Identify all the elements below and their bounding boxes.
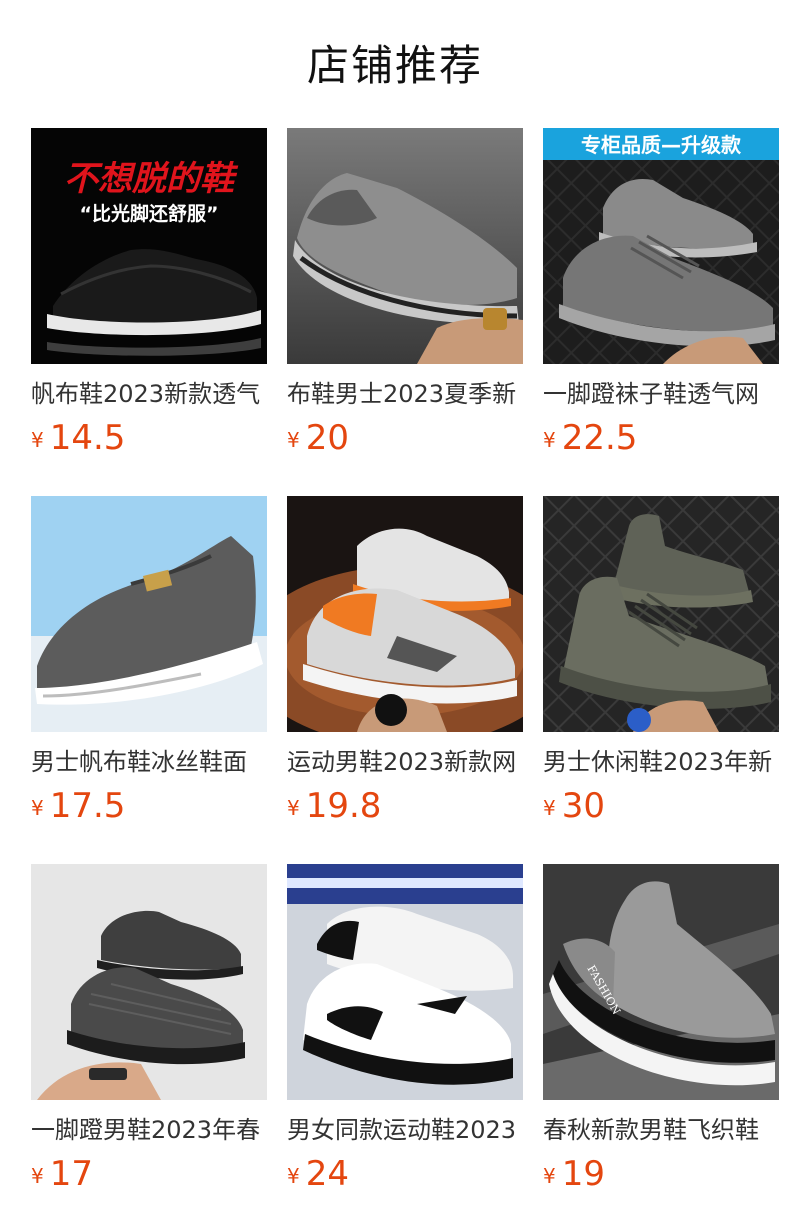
- product-price: ¥22.5: [543, 418, 779, 464]
- product-price: ¥24: [287, 1154, 523, 1200]
- product-image[interactable]: [31, 496, 267, 732]
- product-card[interactable]: 男士帆布鞋冰丝鞋面 ¥17.5: [31, 496, 267, 864]
- price-value: 17.5: [49, 786, 126, 826]
- product-banner: 不想脱的鞋: [64, 159, 239, 199]
- currency-symbol: ¥: [287, 428, 300, 452]
- product-name[interactable]: 男士帆布鞋冰丝鞋面: [31, 746, 267, 778]
- currency-symbol: ¥: [287, 796, 300, 820]
- product-name[interactable]: 运动男鞋2023新款网: [287, 746, 523, 778]
- currency-symbol: ¥: [31, 428, 44, 452]
- dark-knit-slip-on-image: [31, 864, 267, 1100]
- product-name[interactable]: 男士休闲鞋2023年新: [543, 746, 779, 778]
- product-image[interactable]: 专柜品质—升级款: [543, 128, 779, 364]
- orange-running-sneaker-image: [287, 496, 523, 732]
- gray-canvas-loafer-image: [287, 128, 523, 364]
- gray-fashion-sock-shoe-image: FASHION: [543, 864, 779, 1100]
- currency-symbol: ¥: [31, 796, 44, 820]
- product-price: ¥19: [543, 1154, 779, 1200]
- product-banner: 专柜品质—升级款: [581, 133, 742, 157]
- product-price: ¥20: [287, 418, 523, 464]
- product-card[interactable]: 不想脱的鞋 “比光脚还舒服” 帆布鞋2023新款透气 ¥14.5: [31, 128, 267, 496]
- product-card[interactable]: 专柜品质—升级款 一脚蹬袜子鞋透气网 ¥22.5: [543, 128, 779, 496]
- product-price: ¥17.5: [31, 786, 267, 832]
- price-value: 19.8: [305, 786, 382, 826]
- product-price: ¥30: [543, 786, 779, 832]
- price-value: 20: [305, 418, 349, 458]
- currency-symbol: ¥: [31, 1164, 44, 1188]
- product-card[interactable]: FASHION 春秋新款男鞋飞织鞋 ¥19: [543, 864, 779, 1232]
- product-image[interactable]: FASHION: [543, 864, 779, 1100]
- gray-knit-sock-shoe-image: 专柜品质—升级款: [543, 128, 779, 364]
- product-price: ¥17: [31, 1154, 267, 1200]
- product-name[interactable]: 春秋新款男鞋飞织鞋: [543, 1114, 779, 1146]
- product-image[interactable]: [287, 128, 523, 364]
- product-image[interactable]: [287, 496, 523, 732]
- page-title: 店铺推荐: [306, 41, 483, 90]
- white-black-sneaker-image: [287, 864, 523, 1100]
- product-name[interactable]: 一脚蹬男鞋2023年春: [31, 1114, 267, 1146]
- currency-symbol: ¥: [287, 1164, 300, 1188]
- product-sub-banner: “比光脚还舒服”: [80, 202, 219, 225]
- product-name[interactable]: 布鞋男士2023夏季新: [287, 378, 523, 410]
- price-value: 24: [305, 1154, 349, 1194]
- product-price: ¥14.5: [31, 418, 267, 464]
- currency-symbol: ¥: [543, 796, 556, 820]
- section-header: 店铺推荐: [0, 38, 790, 94]
- product-image[interactable]: [31, 864, 267, 1100]
- black-slip-on-shoe-image: 不想脱的鞋 “比光脚还舒服”: [31, 128, 267, 364]
- product-name[interactable]: 一脚蹬袜子鞋透气网: [543, 378, 779, 410]
- price-value: 30: [561, 786, 605, 826]
- currency-symbol: ¥: [543, 428, 556, 452]
- product-image[interactable]: [543, 496, 779, 732]
- product-card[interactable]: 一脚蹬男鞋2023年春 ¥17: [31, 864, 267, 1232]
- product-image[interactable]: [287, 864, 523, 1100]
- price-value: 17: [49, 1154, 93, 1194]
- price-value: 22.5: [561, 418, 638, 458]
- product-grid: 不想脱的鞋 “比光脚还舒服” 帆布鞋2023新款透气 ¥14.5 布鞋男士202…: [31, 128, 779, 1232]
- price-value: 14.5: [49, 418, 126, 458]
- olive-knit-sneaker-image: [543, 496, 779, 732]
- product-name[interactable]: 帆布鞋2023新款透气: [31, 378, 267, 410]
- price-value: 19: [561, 1154, 605, 1194]
- product-image[interactable]: 不想脱的鞋 “比光脚还舒服”: [31, 128, 267, 364]
- gray-slip-on-shoe-image: [31, 496, 267, 732]
- product-card[interactable]: 布鞋男士2023夏季新 ¥20: [287, 128, 523, 496]
- product-name[interactable]: 男女同款运动鞋2023: [287, 1114, 523, 1146]
- product-card[interactable]: 男女同款运动鞋2023 ¥24: [287, 864, 523, 1232]
- product-card[interactable]: 运动男鞋2023新款网 ¥19.8: [287, 496, 523, 864]
- currency-symbol: ¥: [543, 1164, 556, 1188]
- product-price: ¥19.8: [287, 786, 523, 832]
- product-card[interactable]: 男士休闲鞋2023年新 ¥30: [543, 496, 779, 864]
